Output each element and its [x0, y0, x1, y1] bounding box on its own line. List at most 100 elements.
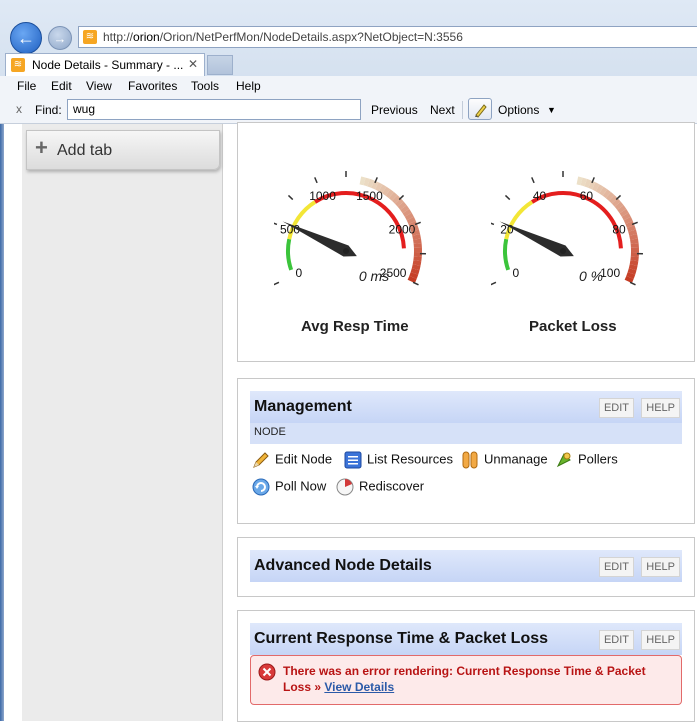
view-details-link[interactable]: View Details [324, 680, 394, 694]
pollers-link[interactable]: Pollers [555, 451, 618, 469]
highlight-button[interactable] [468, 98, 492, 120]
gauge-band-segment [630, 273, 631, 277]
packet-loss-gauge: 0204060801000 % [491, 147, 671, 297]
advanced-node-details-panel: Advanced Node Details EDIT HELP [237, 537, 695, 597]
gauge-band-segment [398, 201, 401, 204]
gauge-tick-label: 1500 [356, 189, 383, 203]
rediscover-link[interactable]: Rediscover [336, 478, 424, 496]
gauge-band-segment [612, 198, 615, 201]
gauge-band-segment [634, 239, 635, 243]
edit-node-link[interactable]: Edit Node [252, 451, 332, 469]
new-tab-button[interactable] [207, 55, 233, 75]
options-dropdown-icon[interactable]: ▼ [547, 105, 556, 115]
list-resources-link[interactable]: List Resources [344, 451, 453, 469]
gauge-band-segment [416, 265, 417, 269]
node-section-header: NODE [250, 423, 682, 444]
gauge-tick [288, 195, 292, 199]
find-next-button[interactable]: Next [430, 103, 455, 117]
gauge-label-avg-resp-time: Avg Resp Time [301, 318, 409, 335]
find-close-icon[interactable]: x [16, 102, 22, 116]
advanced-title: Advanced Node Details [254, 557, 432, 575]
refresh-icon [252, 478, 270, 496]
gauge-band-segment [384, 190, 388, 192]
gauge-tick-label: 0 [296, 266, 303, 280]
advanced-help-button[interactable]: HELP [641, 557, 680, 577]
gauge-band-segment [633, 235, 634, 239]
gauge-band-segment [403, 208, 406, 212]
back-button[interactable]: ← [10, 22, 42, 54]
tab-title: Node Details - Summary - ... [32, 58, 183, 72]
gauge-band-segment [628, 277, 630, 281]
find-input[interactable]: wug [67, 99, 361, 120]
menu-favorites[interactable]: Favorites [128, 79, 177, 93]
add-tab-button[interactable]: + Add tab [26, 130, 220, 170]
error-message: There was an error rendering: Current Re… [250, 655, 682, 705]
gauge-band-segment [582, 181, 586, 182]
menu-tools[interactable]: Tools [191, 79, 219, 93]
current-title: Current Response Time & Packet Loss [254, 630, 548, 648]
gauge-band-segment [414, 269, 415, 273]
current-help-button[interactable]: HELP [641, 630, 680, 650]
management-title: Management [254, 398, 352, 416]
tab-close-icon[interactable]: ✕ [188, 57, 198, 71]
window-edge [0, 124, 4, 721]
gauge-band-segment [388, 192, 391, 195]
gauges-panel: 050010001500200025000 ms 0204060801000 %… [237, 122, 695, 362]
gauge-tick-label: 0 [513, 266, 520, 280]
current-edit-button[interactable]: EDIT [599, 630, 634, 650]
gauge-band-segment [417, 261, 418, 265]
current-response-panel: Current Response Time & Packet Loss EDIT… [237, 610, 695, 722]
management-edit-button[interactable]: EDIT [599, 398, 634, 418]
menu-view[interactable]: View [86, 79, 112, 93]
menu-help[interactable]: Help [236, 79, 261, 93]
gauge-value-text: 0 % [579, 268, 603, 284]
gauge-band-segment [615, 201, 618, 204]
management-help-button[interactable]: HELP [641, 398, 680, 418]
current-header: Current Response Time & Packet Loss EDIT… [250, 623, 682, 655]
gauge-band-segment [577, 180, 581, 181]
forward-button[interactable]: → [48, 26, 72, 50]
tab-strip: ≋ Node Details - Summary - ... ✕ [0, 52, 697, 76]
gauge-band-segment [608, 195, 611, 198]
page-content: + Add tab 050010001500200025000 ms 02040… [0, 124, 697, 721]
unmanage-link[interactable]: Unmanage [461, 451, 548, 469]
find-previous-button[interactable]: Previous [371, 103, 418, 117]
add-tab-label: Add tab [57, 142, 112, 160]
sidebar: + Add tab [22, 124, 223, 721]
gauge-band-segment [413, 273, 414, 277]
gauge-band-segment [406, 211, 408, 215]
browser-tab[interactable]: ≋ Node Details - Summary - ... ✕ [5, 53, 205, 76]
gauge-band-segment [631, 269, 632, 273]
highlighter-icon [473, 102, 489, 118]
poll-now-link[interactable]: Poll Now [252, 478, 326, 496]
pencil-icon [252, 451, 270, 469]
options-button[interactable]: Options [498, 103, 539, 117]
gauge-hub [343, 248, 349, 254]
menu-edit[interactable]: Edit [51, 79, 72, 93]
pollers-icon [555, 451, 573, 469]
gauge-tick [630, 282, 635, 285]
advanced-edit-button[interactable]: EDIT [599, 557, 634, 577]
gauge-tick [491, 222, 494, 224]
gauge-band-segment [601, 190, 605, 192]
find-label: Find: [35, 103, 62, 117]
gauge-tick-label: 60 [580, 189, 594, 203]
gauge-band-segment [634, 261, 635, 265]
forward-arrow-icon: → [54, 31, 67, 46]
separator [462, 101, 463, 119]
tab-favicon-icon: ≋ [11, 58, 25, 72]
gauge-value-text: 0 ms [359, 268, 389, 284]
avg-resp-time-gauge: 050010001500200025000 ms [274, 147, 454, 297]
gauge-band-segment [408, 215, 410, 219]
gauge-green-zone [288, 239, 291, 270]
gauge-band-segment [401, 204, 404, 207]
menu-file[interactable]: File [17, 79, 36, 93]
back-arrow-icon: ← [17, 28, 35, 49]
gauge-band-segment [620, 208, 623, 212]
gauge-band-segment [590, 184, 594, 186]
gauge-band-segment [395, 198, 398, 201]
gauge-tick [491, 282, 496, 285]
address-bar[interactable]: ≋ http://orion/Orion/NetPerfMon/NodeDeta… [78, 26, 697, 48]
gauge-tick [413, 282, 418, 285]
gauge-band-segment [594, 186, 598, 188]
